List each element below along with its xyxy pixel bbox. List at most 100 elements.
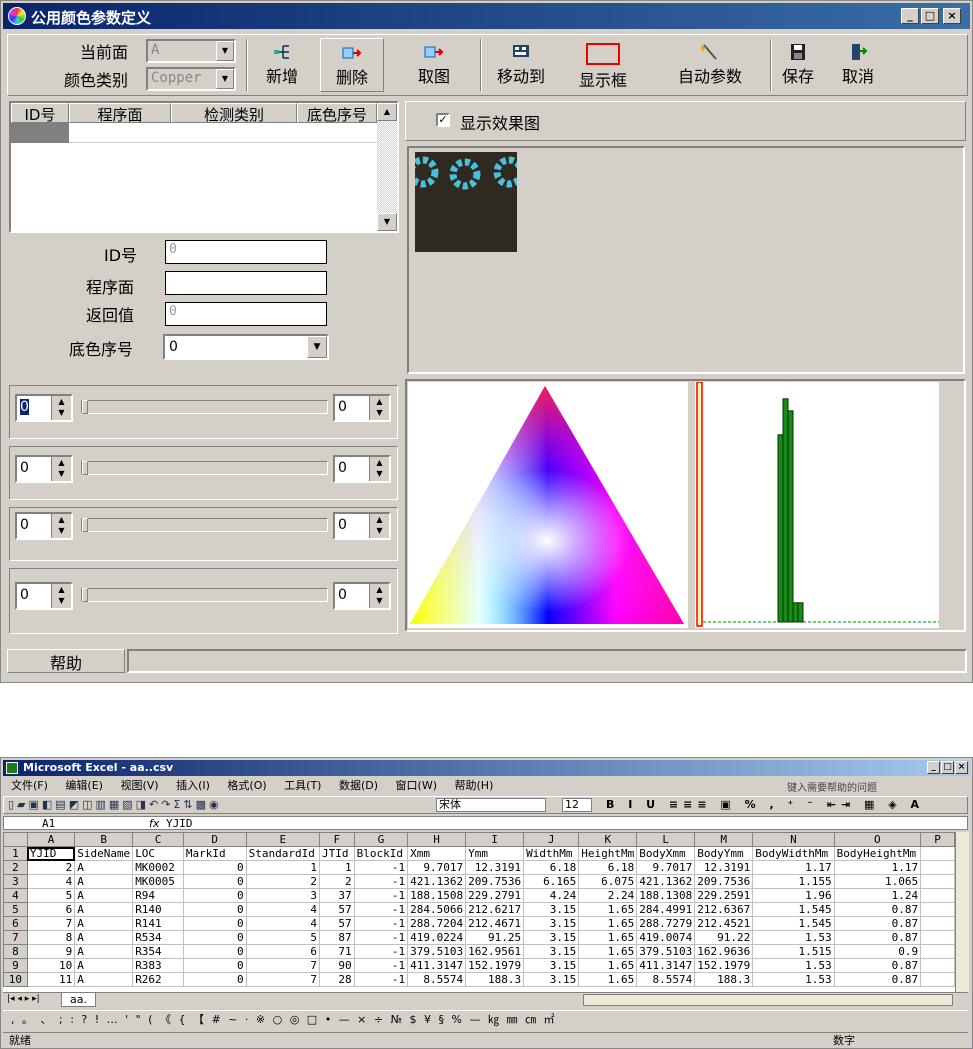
cell[interactable]: 8.5574 (636, 972, 696, 987)
cell[interactable]: 5 (26, 888, 76, 903)
cell[interactable]: 2.24 (578, 888, 638, 903)
save-button[interactable]: 保存 (778, 43, 818, 87)
cell[interactable]: R94 (132, 888, 184, 903)
cell[interactable]: 229.2791 (465, 888, 525, 903)
chevron-down-icon[interactable]: ▼ (216, 41, 234, 61)
cell[interactable] (920, 846, 955, 861)
row-header[interactable]: 1 (3, 846, 28, 861)
column-header[interactable]: 检测类别 (171, 103, 297, 124)
delete-button[interactable]: 删除 (320, 38, 384, 92)
cell[interactable]: 1.17 (833, 860, 922, 875)
cell[interactable]: 212.6217 (465, 902, 525, 917)
cell[interactable]: 6.165 (523, 874, 580, 889)
cell[interactable] (920, 860, 955, 875)
cell[interactable]: YJID (26, 846, 76, 861)
cell[interactable]: 2 (26, 860, 76, 875)
cell[interactable]: A (74, 874, 134, 889)
cell[interactable]: 91.25 (465, 930, 525, 945)
cell[interactable]: -1 (353, 874, 409, 889)
cell[interactable]: HeightMm (578, 846, 638, 861)
column-header[interactable]: J (523, 832, 580, 847)
cell[interactable]: 3.15 (523, 930, 580, 945)
menu-view[interactable]: 视图(V) (120, 779, 158, 792)
cell[interactable]: -1 (353, 958, 409, 973)
column-header[interactable]: 程序面 (69, 103, 171, 124)
cell[interactable]: 379.5103 (407, 944, 467, 959)
show-effect-checkbox[interactable]: ✓ (436, 113, 450, 127)
tab-nav-icons[interactable]: |◂ ◂ ▸ ▸| (7, 994, 40, 1004)
cell[interactable]: 1.65 (578, 944, 638, 959)
vertical-scrollbar[interactable]: ▲ ▼ (377, 103, 397, 231)
cell[interactable]: 1.65 (578, 958, 638, 973)
cell[interactable] (920, 916, 955, 931)
cell[interactable]: 9.7017 (636, 860, 696, 875)
formula-input[interactable]: YJID (166, 817, 193, 830)
maximize-button[interactable]: □ (921, 8, 939, 24)
cell[interactable]: BodyXmm (636, 846, 696, 861)
cell[interactable]: -1 (353, 930, 409, 945)
cell[interactable]: 37 (319, 888, 355, 903)
cell[interactable]: 1.545 (752, 916, 835, 931)
cell[interactable]: A (74, 916, 134, 931)
cell[interactable]: -1 (353, 902, 409, 917)
chevron-down-icon[interactable]: ▼ (307, 336, 327, 358)
cell[interactable]: 0.87 (833, 916, 922, 931)
histogram-cursor[interactable] (696, 381, 703, 627)
cell[interactable]: 6 (26, 902, 76, 917)
cancel-button[interactable]: 取消 (838, 43, 878, 87)
cell[interactable]: 12.3191 (694, 860, 754, 875)
sheet-vertical-scrollbar[interactable] (955, 832, 969, 992)
cell[interactable]: 11 (26, 972, 76, 987)
id-field[interactable]: 0 (165, 240, 327, 264)
min-spinner[interactable]: 0 ▲ ▼ (15, 394, 73, 422)
row-header[interactable]: 4 (3, 888, 28, 903)
cell[interactable]: 8.5574 (407, 972, 467, 987)
cell[interactable]: 3.15 (523, 972, 580, 987)
return-value-field[interactable]: 0 (165, 302, 327, 326)
auto-params-button[interactable]: 自动参数 (668, 43, 752, 87)
cell[interactable]: A (74, 860, 134, 875)
cell[interactable]: 1.24 (833, 888, 922, 903)
range-slider[interactable] (81, 518, 328, 532)
cell[interactable]: 0.87 (833, 972, 922, 987)
cell[interactable]: 87 (319, 930, 355, 945)
cell[interactable]: 0 (182, 930, 247, 945)
cell[interactable]: A (74, 958, 134, 973)
menu-help[interactable]: 帮助(H) (455, 779, 494, 792)
help-button[interactable]: 帮助 (7, 649, 125, 673)
cell[interactable]: 209.7536 (694, 874, 754, 889)
column-header[interactable]: A (26, 832, 76, 847)
cell[interactable]: 1.53 (752, 958, 835, 973)
close-button[interactable]: × (955, 761, 968, 774)
min-spinner[interactable]: 0 ▲ ▼ (15, 512, 73, 540)
column-header[interactable]: I (465, 832, 525, 847)
cell[interactable]: 1.53 (752, 972, 835, 987)
cell[interactable]: R140 (132, 902, 184, 917)
spin-arrows-icon[interactable]: ▲ ▼ (51, 396, 71, 420)
cell[interactable]: 411.3147 (636, 958, 696, 973)
cell[interactable]: 0.9 (833, 944, 922, 959)
cell[interactable]: 284.4991 (636, 902, 696, 917)
cell[interactable]: 288.7279 (636, 916, 696, 931)
menu-format[interactable]: 格式(O) (227, 779, 266, 792)
cell[interactable]: 1.65 (578, 916, 638, 931)
show-frame-button[interactable]: 显示框 (568, 43, 638, 91)
cell[interactable]: R534 (132, 930, 184, 945)
column-header[interactable]: L (636, 832, 696, 847)
cell[interactable]: 4 (26, 874, 76, 889)
cell[interactable]: 419.0074 (636, 930, 696, 945)
column-header[interactable]: G (353, 832, 409, 847)
cell[interactable]: 212.4521 (694, 916, 754, 931)
cell[interactable]: 91.22 (694, 930, 754, 945)
close-button[interactable]: × (943, 8, 961, 24)
cell[interactable]: 9 (26, 944, 76, 959)
cell[interactable]: A (74, 902, 134, 917)
cell[interactable]: 0 (182, 888, 247, 903)
menu-tools[interactable]: 工具(T) (284, 779, 321, 792)
column-header[interactable]: D (182, 832, 247, 847)
cell[interactable] (920, 944, 955, 959)
cell[interactable]: 0 (182, 958, 247, 973)
symbol-toolbar[interactable]: , 。 、 ; : ? ! … ' " ( 《 { 【 # ~ · ※ ○ ◎ … (3, 1010, 968, 1030)
cell[interactable]: BodyYmm (694, 846, 754, 861)
slider-thumb[interactable] (82, 518, 88, 532)
